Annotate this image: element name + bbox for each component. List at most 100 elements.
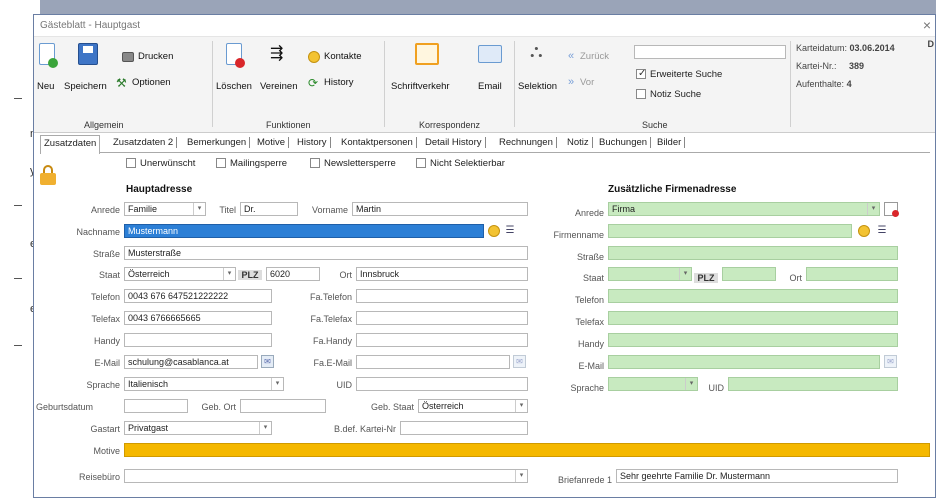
company-salutation-label: Anrede	[574, 208, 604, 218]
close-icon[interactable]: ×	[923, 17, 931, 33]
company-phone-field[interactable]	[356, 289, 528, 303]
language-select[interactable]: Italienisch ▾	[124, 377, 284, 391]
back-icon: «	[568, 50, 575, 62]
city-field[interactable]: Innsbruck	[356, 267, 528, 281]
company-vat-id-label: UID	[708, 383, 725, 393]
note-search-checkbox[interactable]: Notiz Suche	[636, 89, 776, 102]
forward-label: Vor	[580, 77, 595, 88]
delete-button[interactable]: Löschen	[214, 43, 256, 101]
company-vat-id-field[interactable]	[728, 377, 898, 391]
company-zip-field[interactable]	[722, 267, 776, 281]
company-salutation-select[interactable]: Firma ▾	[608, 202, 880, 216]
correspondence-button[interactable]: Schriftverkehr	[389, 43, 469, 101]
company-email2-field[interactable]	[608, 355, 880, 369]
send-mail-icon[interactable]: ✉	[261, 355, 274, 368]
birth-country-select[interactable]: Österreich ▾	[418, 399, 528, 413]
company-email2-label: E-Mail	[578, 361, 604, 371]
save-button[interactable]: Speichern	[64, 43, 110, 101]
company-phone2-field[interactable]	[608, 289, 898, 303]
merge-button[interactable]: ⇶ Vereinen	[258, 43, 304, 101]
binoculars-icon: ⛬	[530, 41, 543, 61]
country-select[interactable]: Österreich ▾	[124, 267, 236, 281]
birth-date-field[interactable]	[124, 399, 188, 413]
company-mobile2-field[interactable]	[608, 333, 898, 347]
company-name-field[interactable]	[608, 224, 852, 238]
extended-search-checkbox[interactable]: Erweiterte Suche	[636, 68, 776, 82]
zip-field[interactable]: 6020	[266, 267, 320, 281]
letter-salutation-label: Briefanrede 1	[557, 475, 612, 485]
background-top	[40, 0, 936, 14]
email-field[interactable]: schulung@casablanca.at	[124, 355, 258, 369]
newsletter-block-checkbox[interactable]: Newslettersperre	[310, 158, 396, 169]
birth-country-value: Österreich	[422, 401, 464, 411]
street-field[interactable]: Musterstraße	[124, 246, 528, 260]
letter-salutation-field[interactable]: Sehr geehrte Familie Dr. Mustermann	[616, 469, 898, 483]
tab-buchungen[interactable]: Buchungen	[596, 137, 652, 148]
tab-motive[interactable]: Motive	[254, 137, 289, 148]
card-date-value: 03.06.2014	[849, 43, 895, 53]
tab-kontaktpersonen[interactable]: Kontaktpersonen	[338, 137, 417, 148]
tab-zusatzdaten-2[interactable]: Zusatzdaten 2	[110, 137, 178, 148]
contacts-button[interactable]: Kontakte	[306, 51, 376, 65]
stays-label: Aufenthalte:	[796, 79, 845, 89]
mailing-block-checkbox[interactable]: Mailingsperre	[216, 158, 287, 169]
first-name-field[interactable]: Martin	[352, 202, 528, 216]
travel-agency-select[interactable]: ▾	[124, 469, 528, 483]
company-fax-field[interactable]	[356, 311, 528, 325]
vat-id-field[interactable]	[356, 377, 528, 391]
company-street-field[interactable]	[608, 246, 898, 260]
back-button[interactable]: « Zurück	[568, 50, 628, 65]
unwanted-checkbox[interactable]: Unerwünscht	[126, 158, 195, 169]
tab-rechnungen[interactable]: Rechnungen	[496, 137, 557, 148]
forward-button[interactable]: » Vor	[568, 76, 628, 91]
chevron-down-icon: ▾	[685, 378, 697, 390]
contact-smiley-icon[interactable]	[488, 225, 500, 237]
notes-list-icon[interactable]: ☰	[876, 225, 888, 237]
send-company-mail-icon[interactable]: ✉	[884, 355, 897, 368]
print-button[interactable]: Drucken	[120, 51, 200, 65]
save-icon	[78, 43, 98, 65]
birth-place-label: Geb. Ort	[201, 402, 236, 412]
company-fax-label: Fa.Telefax	[310, 314, 352, 324]
search-input[interactable]	[634, 45, 786, 59]
last-name-field[interactable]: Mustermann	[124, 224, 484, 238]
tab-detail-history[interactable]: Detail History	[422, 137, 486, 148]
new-document-icon[interactable]	[884, 202, 899, 217]
salutation-select[interactable]: Familie ▾	[124, 202, 206, 216]
fax-field[interactable]: 0043 6766665665	[124, 311, 272, 325]
phone-field[interactable]: 0043 676 647521222222	[124, 289, 272, 303]
company-city-field[interactable]	[806, 267, 898, 281]
history-button[interactable]: ⟳ History	[306, 76, 376, 91]
options-button[interactable]: ⚒ Optionen	[114, 76, 204, 91]
company-fax2-label: Telefax	[575, 317, 604, 327]
company-country-select[interactable]: ▾	[608, 267, 692, 281]
tab-notiz[interactable]: Notiz	[564, 137, 593, 148]
new-button[interactable]: Neu	[37, 43, 59, 101]
title-field[interactable]: Dr.	[240, 202, 298, 216]
tab-bilder[interactable]: Bilder	[654, 137, 686, 148]
motive-field[interactable]	[124, 443, 930, 457]
mobile-field[interactable]	[124, 333, 272, 347]
company-fax2-field[interactable]	[608, 311, 898, 325]
tab-zusatzdaten[interactable]: Zusatzdaten	[40, 135, 101, 154]
email-button[interactable]: Email	[474, 43, 508, 101]
lock-icon[interactable]	[40, 165, 56, 185]
company-phone-label: Fa.Telefon	[309, 292, 352, 302]
guest-type-select[interactable]: Privatgast ▾	[124, 421, 272, 435]
tab-bemerkungen[interactable]: Bemerkungen	[184, 137, 251, 148]
notes-list-icon[interactable]: ☰	[504, 225, 516, 237]
company-mobile-field[interactable]	[356, 333, 528, 347]
card-number-label: Kartei-Nr.:	[796, 61, 837, 71]
birth-place-field[interactable]	[240, 399, 326, 413]
ribbon: Neu Speichern Drucken ⚒ Optionen Allgeme…	[34, 37, 935, 133]
chevron-down-icon: ▾	[223, 268, 235, 280]
company-language-select[interactable]: ▾	[608, 377, 698, 391]
contact-smiley-icon[interactable]	[858, 225, 870, 237]
company-street-label: Straße	[576, 252, 604, 262]
card-number-ref-field[interactable]	[400, 421, 528, 435]
company-email-field[interactable]	[356, 355, 510, 369]
tab-history[interactable]: History	[294, 137, 331, 148]
selection-button[interactable]: ⛬ Selektion	[516, 41, 562, 101]
stays-value: 4	[846, 79, 852, 89]
not-selectable-checkbox[interactable]: Nicht Selektierbar	[416, 158, 505, 169]
